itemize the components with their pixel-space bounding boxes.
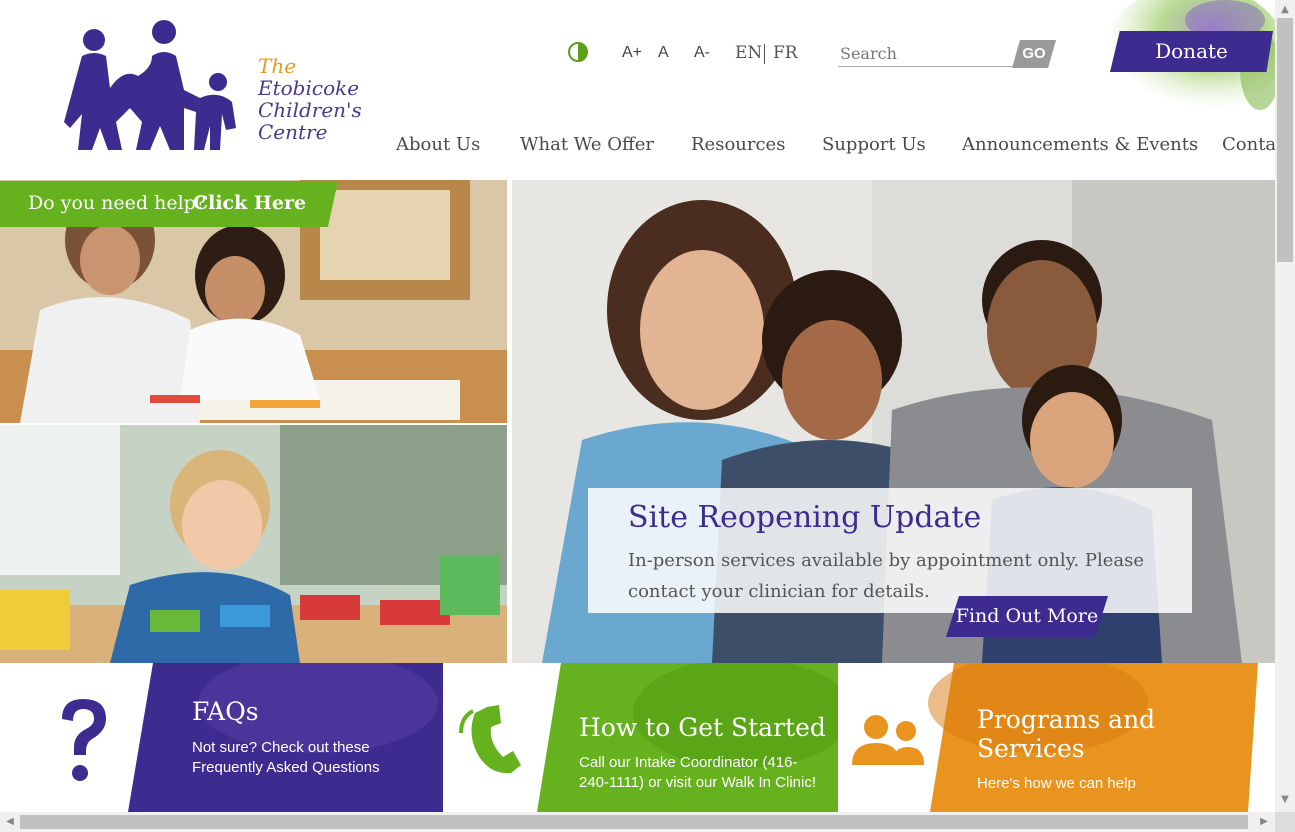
scroll-down-icon[interactable]: ▼ [1277, 794, 1293, 805]
programs-text: Here's how we can help [977, 775, 1136, 792]
get-started-title: How to Get Started [579, 713, 826, 742]
faq-title: FAQs [192, 697, 259, 726]
programs-title-line-2: Services [977, 734, 1085, 763]
get-started-text: Call our Intake Coordinator (416- 240-11… [579, 753, 816, 793]
faq-card[interactable]: FAQs Not sure? Check out these Frequentl… [18, 663, 443, 812]
faq-text: Not sure? Check out these Frequently Ask… [192, 738, 380, 778]
logo-wordmark: The Etobicoke Children's Centre [258, 55, 362, 143]
nav-resources[interactable]: Resources [691, 134, 785, 155]
nav-about-us[interactable]: About Us [396, 134, 480, 155]
vertical-scroll-thumb[interactable] [1277, 18, 1293, 262]
programs-title: Programs and [977, 705, 1156, 734]
scroll-right-icon[interactable]: ▶ [1256, 816, 1272, 827]
logo-line-2: Etobicoke [258, 76, 360, 100]
nav-announcements-events[interactable]: Announcements & Events [962, 134, 1198, 155]
help-banner[interactable]: Do you need help? Click Here [0, 181, 338, 227]
reopening-text-line-2: contact your clinician for details. [628, 581, 930, 602]
get-started-text-line-2: 240-1111) or visit our Walk In Clinic! [579, 774, 817, 791]
scrollbar-corner [1275, 812, 1295, 832]
font-increase-button[interactable]: A+ [622, 44, 642, 62]
find-out-more-button[interactable]: Find Out More [946, 596, 1108, 637]
logo-line-4: Centre [258, 120, 328, 144]
photo-boy-playing-toys [0, 425, 507, 663]
lang-divider [764, 44, 765, 64]
horizontal-scroll-thumb[interactable] [20, 815, 1248, 829]
phone-icon [459, 705, 521, 774]
contrast-toggle-icon[interactable] [568, 42, 588, 62]
nav-what-we-offer[interactable]: What We Offer [520, 134, 654, 155]
faq-text-line-1: Not sure? Check out these [192, 739, 370, 756]
reopening-title: Site Reopening Update [628, 500, 982, 535]
get-started-text-line-1: Call our Intake Coordinator (416- [579, 754, 798, 771]
lang-fr-link[interactable]: FR [773, 43, 798, 63]
logo-line-3: Children's [258, 98, 362, 122]
programs-card[interactable]: Programs and Services Here's how we can … [838, 663, 1263, 812]
nav-support-us[interactable]: Support Us [822, 134, 926, 155]
donate-button[interactable]: Donate [1110, 31, 1273, 72]
get-started-card[interactable]: How to Get Started Call our Intake Coord… [443, 663, 838, 812]
font-reset-button[interactable]: A [658, 44, 669, 62]
reopening-text-line-1: In-person services available by appointm… [628, 550, 1145, 571]
search-input[interactable] [838, 40, 1020, 67]
lang-en-link[interactable]: EN [735, 43, 762, 63]
font-decrease-button[interactable]: A- [694, 44, 710, 62]
help-prefix: Do you need help? [28, 192, 206, 214]
faq-text-line-2: Frequently Asked Questions [192, 759, 380, 776]
scroll-left-icon[interactable]: ◀ [2, 816, 18, 827]
logo-line-1: The [258, 54, 297, 78]
people-icon [852, 715, 924, 765]
help-click-here-link[interactable]: Click Here [193, 181, 306, 225]
scroll-up-icon[interactable]: ▲ [1277, 4, 1293, 15]
question-mark-icon [62, 699, 106, 781]
